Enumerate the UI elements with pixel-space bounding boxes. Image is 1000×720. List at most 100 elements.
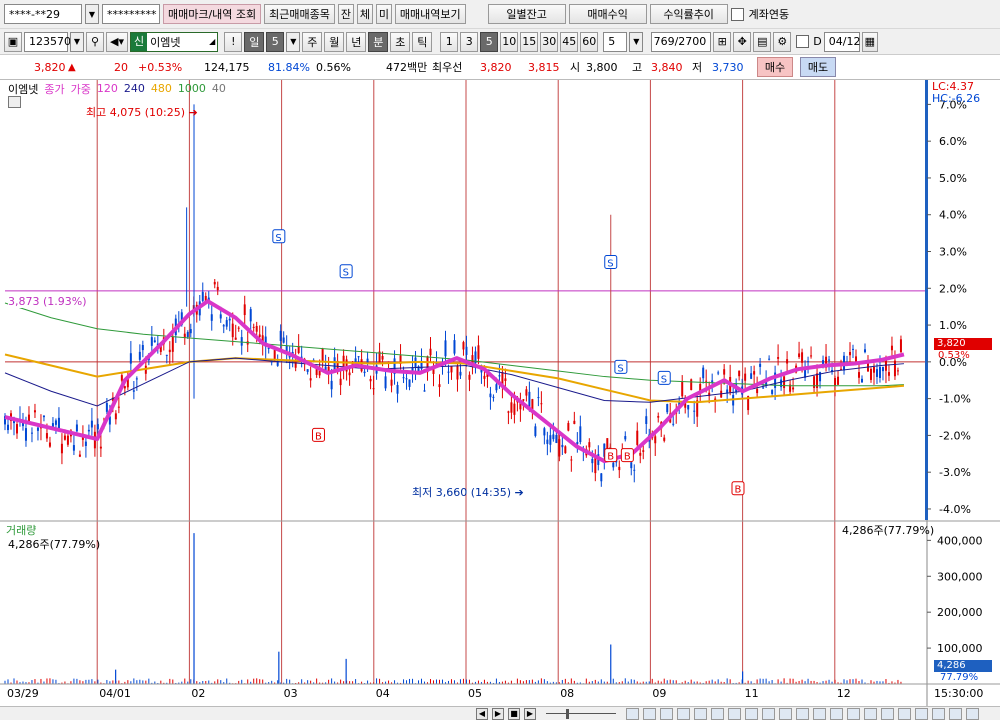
volume-current-right: 4,286주(77.79%) xyxy=(842,524,935,537)
tool-icon-12[interactable] xyxy=(813,708,826,720)
alert-button[interactable]: ! xyxy=(224,31,243,52)
tool-icon-15[interactable] xyxy=(864,708,877,720)
account-number-field[interactable]: ****-**29 xyxy=(4,4,82,24)
recent-trades-button[interactable]: 최근매매종목 xyxy=(264,4,335,24)
tool-icon-9[interactable] xyxy=(762,708,775,720)
nav-next-button[interactable]: ▶ xyxy=(492,708,504,720)
trade-history-button[interactable]: 매매내역보기 xyxy=(394,4,466,24)
candle-body xyxy=(6,424,9,431)
interval-dropdown-icon[interactable]: ▼ xyxy=(629,31,644,52)
trade-profit-button[interactable]: 매매수익 xyxy=(568,4,647,24)
tool-icon-1[interactable] xyxy=(626,708,639,720)
disk-icon[interactable]: ▤ xyxy=(753,31,772,52)
gear-icon[interactable]: ⚙ xyxy=(773,31,792,52)
profit-trend-button[interactable]: 수익률추이 xyxy=(649,4,728,24)
candle-body xyxy=(528,391,531,408)
minute-1-button[interactable]: 1 xyxy=(440,31,459,52)
table-icon[interactable] xyxy=(8,96,21,108)
period-dropdown-icon[interactable]: ▼ xyxy=(286,31,301,52)
tool-icon-2[interactable] xyxy=(643,708,656,720)
zoom-slider-handle[interactable] xyxy=(566,709,569,719)
minute-15-button[interactable]: 15 xyxy=(520,31,539,52)
stock-name-text: 이엠넷 xyxy=(150,35,181,49)
minute-60-button[interactable]: 60 xyxy=(580,31,599,52)
minute-45-button[interactable]: 45 xyxy=(560,31,579,52)
candle-body xyxy=(123,386,126,389)
tool-icon-11[interactable] xyxy=(796,708,809,720)
calendar-icon[interactable]: ▦ xyxy=(861,31,878,52)
nav-stop-button[interactable]: ■ xyxy=(508,708,520,720)
search-icon[interactable]: ⚲ xyxy=(86,31,104,52)
candle-body xyxy=(738,370,741,377)
tool-icon-7[interactable] xyxy=(728,708,741,720)
account-dropdown-icon[interactable]: ▼ xyxy=(85,4,99,24)
candle-body xyxy=(363,371,366,374)
minute-30-button[interactable]: 30 xyxy=(540,31,559,52)
tool-icon-14[interactable] xyxy=(847,708,860,720)
zoom-slider[interactable] xyxy=(546,713,616,714)
candle-body xyxy=(222,325,225,327)
tool-icon-19[interactable] xyxy=(932,708,945,720)
x-tick-label-0: 03/29 xyxy=(7,687,39,700)
tool-icon-16[interactable] xyxy=(881,708,894,720)
period-day-button[interactable]: 일 xyxy=(244,31,265,52)
period-month-button[interactable]: 월 xyxy=(324,31,345,52)
candle-body xyxy=(171,336,174,352)
trade-mark-query-button[interactable]: 매매마크/내역 조회 xyxy=(163,4,262,24)
grid-icon[interactable]: ⊞ xyxy=(713,31,732,52)
save-icon[interactable]: ▣ xyxy=(4,31,22,52)
period-minute-button[interactable]: 분 xyxy=(368,31,389,52)
period-tick-button[interactable]: 틱 xyxy=(412,31,433,52)
tool-icon-3[interactable] xyxy=(660,708,673,720)
daily-balance-button[interactable]: 일별잔고 xyxy=(487,4,566,24)
chart-area[interactable]: SSBSSSBBB 7.0% 6.0% 5.0% 4.0% 3.0% 2.0% 1.0% 0.… xyxy=(0,80,1000,706)
candle-body xyxy=(531,399,534,410)
nav-play-button[interactable]: ▶ xyxy=(524,708,536,720)
period-week-button[interactable]: 주 xyxy=(302,31,323,52)
tool-icon-18[interactable] xyxy=(915,708,928,720)
candle-body xyxy=(896,370,899,372)
candle-body xyxy=(477,345,480,359)
stock-code-field[interactable]: 123570 xyxy=(24,31,71,52)
minute-3-button[interactable]: 3 xyxy=(460,31,479,52)
candle-body xyxy=(771,390,774,394)
unfilled-button[interactable]: 미 xyxy=(375,4,392,24)
buy-button[interactable]: 매수 xyxy=(757,57,793,77)
stock-name-dropdown-icon[interactable]: ◢ xyxy=(209,37,217,46)
volume-pane: 400,000 300,000 200,000 100,000 xyxy=(0,520,1000,684)
price-chart[interactable]: SSBSSSB BB 7.0%6.0%5.0%4.0%3.0%2.0%1.0%0.… xyxy=(0,80,1000,706)
filled-button[interactable]: 체 xyxy=(356,4,373,24)
legend-stock-name: 이엠넷 xyxy=(8,82,39,96)
count-field[interactable]: 769/2700 xyxy=(651,31,712,52)
tool-icon-13[interactable] xyxy=(830,708,843,720)
stock-code-dropdown-icon[interactable]: ▼ xyxy=(70,31,84,52)
crosshair-icon[interactable]: ✥ xyxy=(733,31,752,52)
sound-icon[interactable]: ◀▾ xyxy=(106,31,128,52)
minute-10-button[interactable]: 10 xyxy=(500,31,519,52)
tool-icon-17[interactable] xyxy=(898,708,911,720)
tool-icon-8[interactable] xyxy=(745,708,758,720)
tool-icon-5[interactable] xyxy=(694,708,707,720)
tool-icon-6[interactable] xyxy=(711,708,724,720)
candle-body xyxy=(872,366,875,373)
candle-body xyxy=(890,345,893,351)
tool-icon-10[interactable] xyxy=(779,708,792,720)
tool-icon-20[interactable] xyxy=(949,708,962,720)
minute-5-button[interactable]: 5 xyxy=(480,31,499,52)
nav-first-button[interactable]: ◀ xyxy=(476,708,488,720)
balance-button[interactable]: 잔 xyxy=(337,4,354,24)
candle-body xyxy=(252,326,255,328)
account-link-checkbox[interactable] xyxy=(730,7,744,21)
sell-button[interactable]: 매도 xyxy=(800,57,836,77)
stock-name-box[interactable]: 신 이엠넷 ◢ xyxy=(130,31,219,52)
interval-field[interactable]: 5 xyxy=(603,31,628,52)
period-second-button[interactable]: 초 xyxy=(390,31,411,52)
password-field[interactable]: ********* xyxy=(102,4,160,24)
buy-mark-label-7: B xyxy=(624,452,631,463)
date-field[interactable]: 04/12 xyxy=(823,31,860,52)
tool-icon-21[interactable] xyxy=(966,708,979,720)
date-checkbox[interactable] xyxy=(796,35,810,48)
period-year-button[interactable]: 년 xyxy=(346,31,367,52)
tool-icon-4[interactable] xyxy=(677,708,690,720)
period-day-count-button[interactable]: 5 xyxy=(266,31,285,52)
